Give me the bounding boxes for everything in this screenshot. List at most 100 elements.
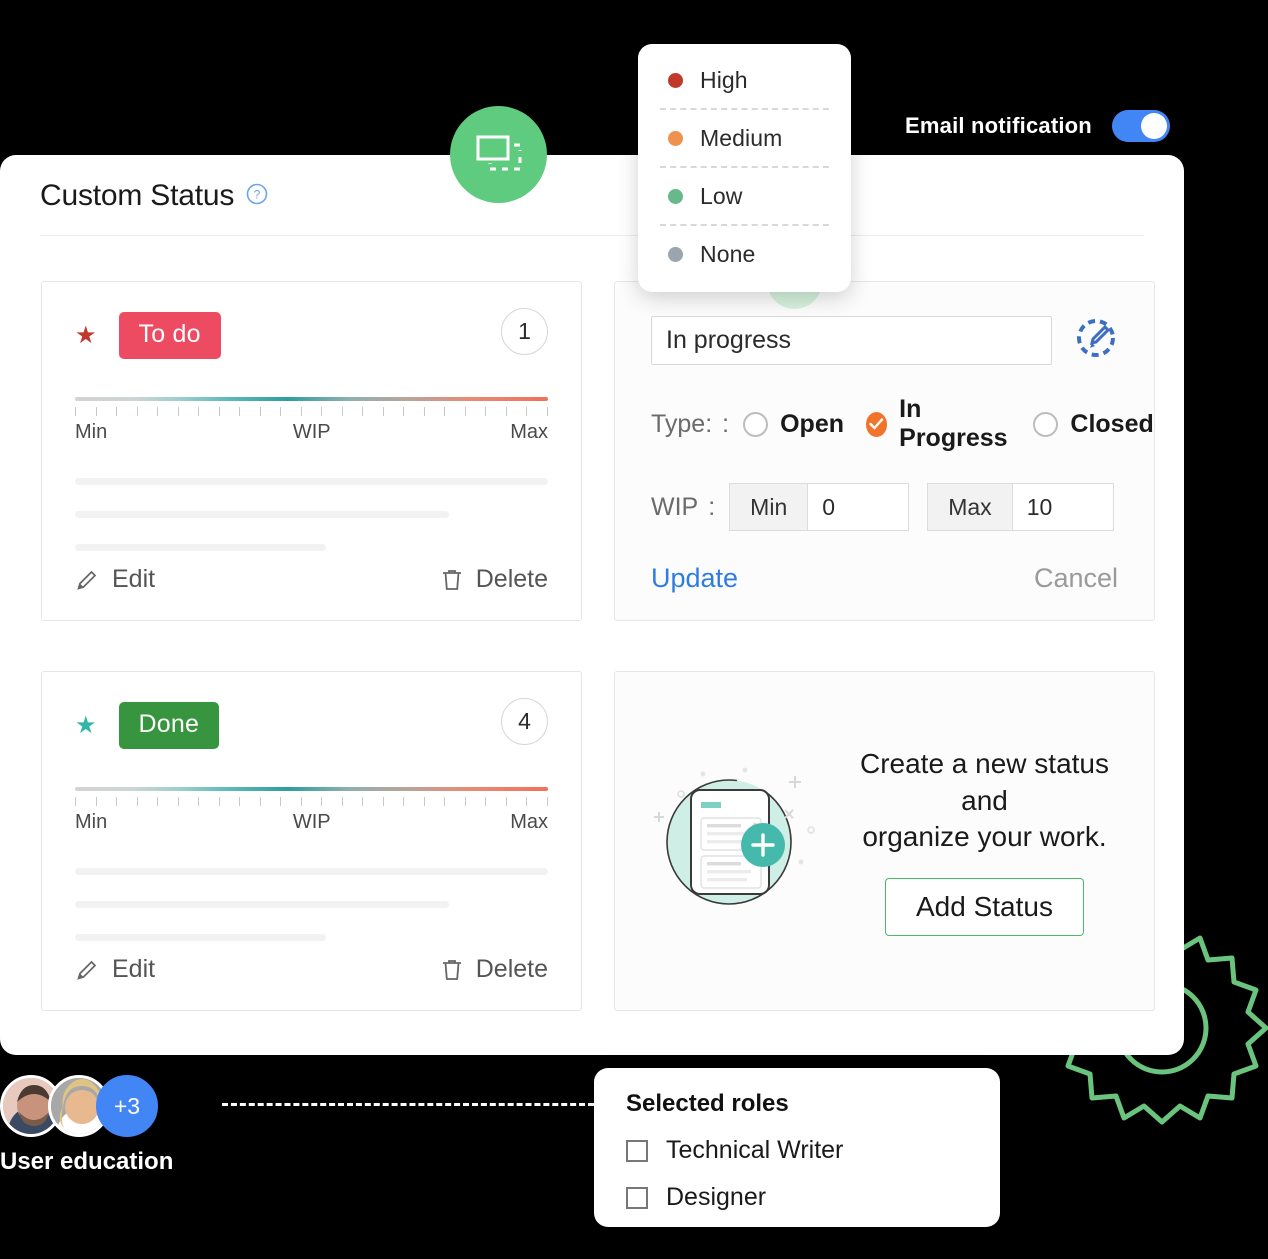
priority-dropdown[interactable]: High Medium Low None <box>638 44 851 292</box>
delete-button[interactable]: Delete <box>441 955 548 984</box>
wip-label: WIP <box>651 492 699 521</box>
type-option-closed[interactable]: Closed <box>1033 409 1154 439</box>
status-count: 1 <box>501 308 548 355</box>
status-name-input[interactable] <box>651 316 1052 365</box>
page-title: Custom Status <box>40 179 235 212</box>
status-card-todo[interactable]: ★ To do 1 Min WIP Max Edit Delete <box>41 281 582 621</box>
delete-label: Delete <box>475 565 548 593</box>
ruler-label-wip: WIP <box>292 421 331 443</box>
placeholder-lines <box>75 868 548 941</box>
role-label: Technical Writer <box>666 1136 844 1164</box>
edit-label: Edit <box>112 565 156 593</box>
ruler-label-max: Max <box>510 421 548 443</box>
wip-ruler: Min WIP Max <box>75 787 548 834</box>
role-checkbox[interactable] <box>626 1139 648 1162</box>
connector-line <box>222 1103 594 1106</box>
status-count: 4 <box>501 698 548 745</box>
wip-max-input[interactable] <box>1012 484 1113 530</box>
check-icon <box>869 418 884 430</box>
ruler-label-max: Max <box>510 811 548 833</box>
email-notification-setting[interactable]: Email notification <box>905 110 1170 142</box>
role-item-designer[interactable]: Designer <box>626 1183 1000 1212</box>
avatar-overflow-count[interactable]: +3 <box>96 1075 158 1137</box>
empty-state-card: Create a new status and organize your wo… <box>614 671 1155 1011</box>
radio-in-progress[interactable] <box>866 411 888 437</box>
type-label-open: Open <box>780 409 845 438</box>
type-option-open[interactable]: Open <box>743 410 844 439</box>
type-option-in-progress[interactable]: In Progress <box>866 395 1011 453</box>
screenshot-root: High Medium Low None Email notification <box>0 0 1268 1259</box>
priority-label-none: None <box>700 240 756 267</box>
priority-item-medium[interactable]: Medium <box>638 110 851 166</box>
status-badge: Done <box>118 702 220 749</box>
edit-button[interactable]: Edit <box>75 565 155 594</box>
custom-status-panel: Custom Status ? ★ To do 1 Min WIP Max Ed… <box>0 155 1184 1055</box>
wip-field: WIP : Min Max <box>651 483 1118 531</box>
type-label-closed: Closed <box>1070 409 1154 438</box>
status-grid: ★ To do 1 Min WIP Max Edit Delete In pro… <box>0 236 1184 1011</box>
status-edit-form: + Type: : Op <box>614 254 1155 621</box>
user-education-caption: User education <box>0 1148 174 1175</box>
add-status-button[interactable]: Add Status <box>885 877 1084 936</box>
placeholder-lines <box>75 478 548 551</box>
ruler-label-min: Min <box>75 421 108 443</box>
edit-label: Edit <box>112 955 156 983</box>
type-label-in-progress: In Progress <box>899 395 1008 452</box>
role-item-technical-writer[interactable]: Technical Writer <box>626 1136 1000 1165</box>
pencil-icon <box>77 570 97 590</box>
ruler-ticks <box>75 797 548 806</box>
priority-dot-none <box>668 246 683 262</box>
update-button[interactable]: Update <box>651 563 738 594</box>
radio-open[interactable] <box>743 411 769 437</box>
wip-min-group[interactable]: Min <box>729 483 910 531</box>
empty-state-line-1: Create a new status and <box>859 748 1110 816</box>
toggle-knob <box>1140 113 1167 139</box>
ruler-label-min: Min <box>75 811 108 833</box>
priority-item-low[interactable]: Low <box>638 168 851 224</box>
delete-button[interactable]: Delete <box>441 565 548 594</box>
ruler-gradient-bar <box>75 397 548 401</box>
wip-colon: : <box>708 492 716 521</box>
ruler-gradient-bar <box>75 787 548 791</box>
avatar-group[interactable]: +3 <box>0 1075 158 1137</box>
priority-label-low: Low <box>700 182 743 209</box>
panel-header: Custom Status ? <box>0 155 1184 213</box>
email-notification-toggle[interactable] <box>1111 110 1170 142</box>
edit-button[interactable]: Edit <box>75 955 155 984</box>
radio-closed[interactable] <box>1033 411 1059 437</box>
priority-dot-medium <box>668 130 683 146</box>
priority-item-high[interactable]: High <box>638 52 851 108</box>
priority-label-high: High <box>700 66 748 93</box>
trash-icon <box>442 569 461 590</box>
wip-min-prefix: Min <box>730 484 809 530</box>
svg-text:?: ? <box>254 187 261 201</box>
cancel-button[interactable]: Cancel <box>1034 563 1118 594</box>
priority-item-none[interactable]: None <box>638 226 851 282</box>
type-field: Type: : Open In Progress Closed <box>651 395 1154 453</box>
duplicate-badge-button[interactable] <box>450 106 547 203</box>
priority-label-medium: Medium <box>700 124 783 151</box>
favorite-star-icon[interactable]: ★ <box>75 323 97 348</box>
ruler-ticks <box>75 407 548 416</box>
type-colon: : <box>722 409 730 438</box>
pencil-icon <box>77 960 97 980</box>
favorite-star-icon[interactable]: ★ <box>75 713 97 738</box>
ruler-label-wip: WIP <box>292 811 331 833</box>
selected-roles-title: Selected roles <box>626 1090 789 1117</box>
empty-state-line-2: organize your work. <box>862 821 1107 853</box>
trash-icon <box>442 959 461 980</box>
email-notification-label: Email notification <box>905 113 1092 138</box>
status-badge: To do <box>118 312 221 359</box>
role-checkbox[interactable] <box>626 1186 648 1209</box>
help-circle-icon[interactable]: ? <box>246 183 268 210</box>
color-picker-icon[interactable] <box>1074 316 1118 365</box>
duplicate-icon <box>476 135 521 170</box>
wip-min-input[interactable] <box>808 484 909 530</box>
wip-ruler: Min WIP Max <box>75 397 548 444</box>
priority-dot-low <box>668 188 683 204</box>
status-card-done[interactable]: ★ Done 4 Min WIP Max Edit Delete <box>41 671 582 1011</box>
role-label: Designer <box>666 1183 767 1211</box>
selected-roles-panel: Selected roles Technical Writer Designer <box>594 1068 1000 1227</box>
wip-max-group[interactable]: Max <box>927 483 1114 531</box>
wip-max-prefix: Max <box>928 484 1013 530</box>
